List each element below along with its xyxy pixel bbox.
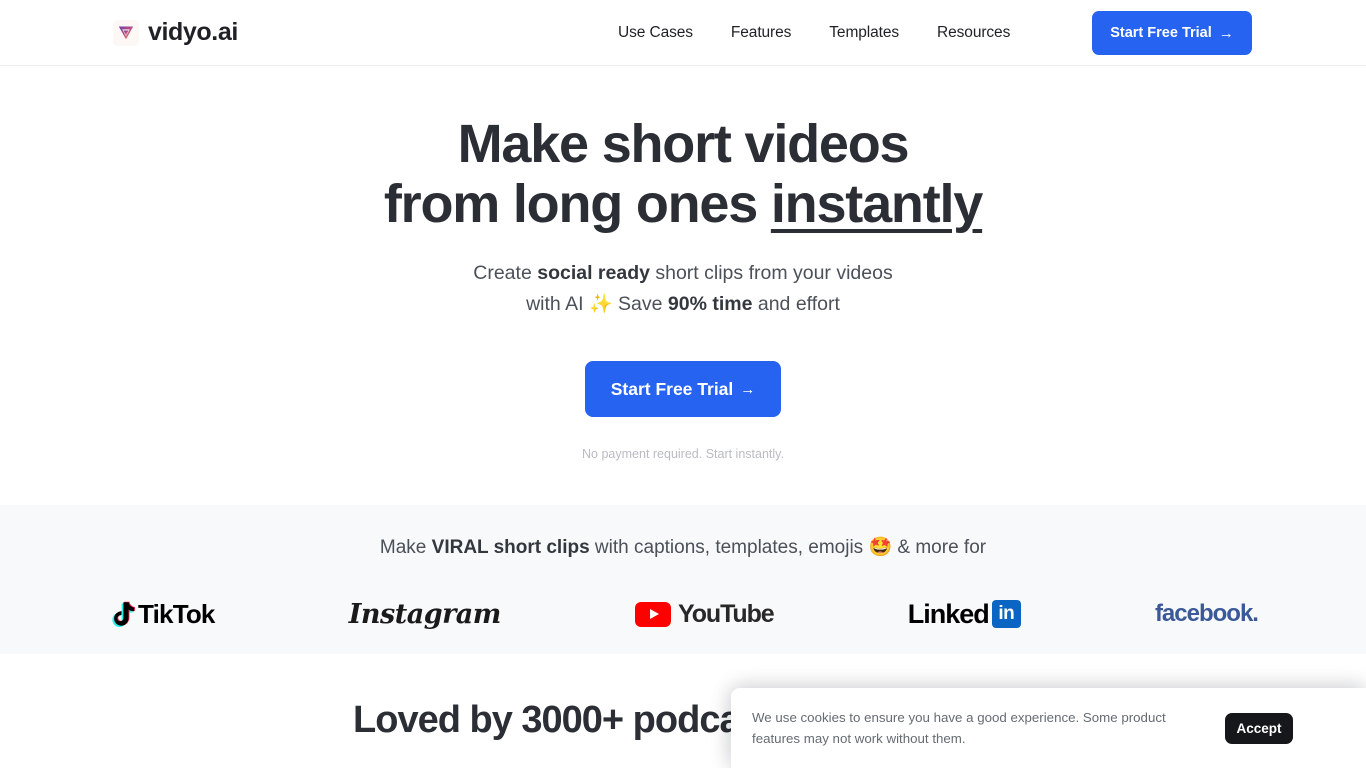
linkedin-in-badge-icon: in [991,600,1021,628]
hero-title-emphasis: instantly [770,174,983,234]
star-struck-icon: 🤩 [868,537,893,558]
header-start-free-trial-button[interactable]: Start Free Trial → [1092,11,1252,55]
instagram-wordmark: Instagram [348,598,502,630]
hero-sub-bold-90-time: 90% time [667,293,753,315]
cookie-message: We use cookies to ensure you have a good… [752,710,1166,746]
hero-title-line2-pre: from long ones [383,174,771,234]
hero-title-line1: Make short videos [457,114,910,174]
hero-start-free-trial-button[interactable]: Start Free Trial → [585,361,781,417]
hero-sub-line2-pre: with AI [526,293,589,315]
facebook-logo: facebook. [1154,597,1259,631]
hero-sub-mid: short clips from your videos [649,262,893,284]
social-tagline-bold: VIRAL short clips [431,537,590,558]
nav-item-resources[interactable]: Resources [937,24,1010,42]
linkedin-logo: Linked in [908,597,1021,631]
hero-cta-label: Start Free Trial [610,378,734,399]
social-tagline: Make VIRAL short clips with captions, te… [0,535,1366,561]
social-tagline-mid: with captions, templates, emojis [589,537,869,558]
nav-item-features[interactable]: Features [731,24,791,42]
hero-sub-pre: Create [473,262,538,284]
instagram-logo: Instagram [348,597,502,631]
linkedin-wordmark: Linked [907,598,990,629]
brand-name: vidyo.ai [148,18,238,46]
cookie-accept-button[interactable]: Accept [1225,712,1293,744]
hero-sub-line2-mid: Save [612,293,668,315]
hero-section: Make short videos from long ones instant… [0,66,1366,461]
nav-item-templates[interactable]: Templates [829,24,899,42]
platform-logos-row: TikTok Instagram YouTube Linked in faceb… [0,597,1366,631]
arrow-right-icon: → [1218,24,1234,42]
page-root: vidyo.ai Use Cases Features Templates Re… [0,0,1366,768]
hero-sub-line2-post: and effort [752,293,840,315]
tiktok-logo: TikTok [108,597,215,631]
hero-title: Make short videos from long ones instant… [0,114,1366,234]
youtube-logo: YouTube [635,597,775,631]
hero-no-payment-note: No payment required. Start instantly. [582,447,784,461]
tiktok-wordmark: TikTok [138,599,215,629]
cookie-consent-banner: We use cookies to ensure you have a good… [731,688,1366,768]
tiktok-note-icon [112,601,136,628]
youtube-wordmark: YouTube [678,599,775,628]
facebook-wordmark: facebook. [1154,600,1259,627]
arrow-right-icon: → [740,380,756,398]
nav-item-use-cases[interactable]: Use Cases [618,24,693,42]
social-platforms-section: Make VIRAL short clips with captions, te… [0,505,1366,654]
social-tagline-pre: Make [379,537,432,558]
sparkles-icon: ✨ [588,294,613,315]
site-header: vidyo.ai Use Cases Features Templates Re… [0,0,1366,66]
vidyo-triangle-logo-icon [113,19,139,46]
youtube-play-icon [635,601,672,627]
brand-logo-link[interactable]: vidyo.ai [113,18,238,46]
hero-subtitle: Create social ready short clips from you… [0,258,1366,320]
hero-sub-bold-social-ready: social ready [537,262,650,284]
header-cta-label: Start Free Trial [1110,25,1212,41]
main-nav: Use Cases Features Templates Resources [618,24,1010,42]
hero-cta-container: Start Free Trial → [0,361,1366,417]
social-tagline-post: & more for [892,537,987,558]
